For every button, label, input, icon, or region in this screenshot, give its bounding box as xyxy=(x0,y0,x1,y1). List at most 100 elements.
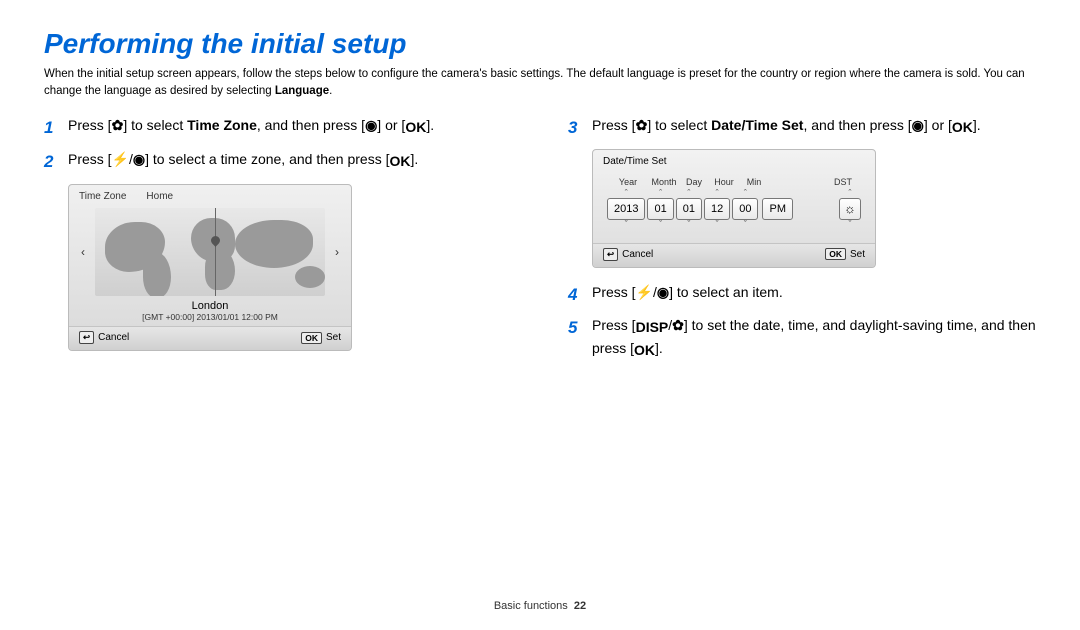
t: Cancel xyxy=(98,332,129,343)
chevron-down-icon: ˇ xyxy=(659,220,662,229)
dst-stepper[interactable]: ˆ☼ˇ xyxy=(839,189,861,229)
t: Press [ xyxy=(592,284,636,300)
tz-set-button[interactable]: OKSet xyxy=(301,331,341,344)
ok-icon: OK xyxy=(301,332,322,344)
t: ]. xyxy=(973,117,981,133)
chevron-up-icon: ˆ xyxy=(659,189,662,198)
world-map xyxy=(95,208,325,296)
lbl-dst: DST xyxy=(825,177,861,187)
step-3: 3 Press [✿] to select Date/Time Set, and… xyxy=(568,115,1036,141)
t: ]. xyxy=(426,117,434,133)
day-stepper[interactable]: ˆ01ˇ xyxy=(676,189,702,229)
step-1: 1 Press [✿] to select Time Zone, and the… xyxy=(44,115,512,141)
flash-icon: ⚡ xyxy=(636,282,653,303)
v: 00 xyxy=(732,198,758,220)
v: 2013 xyxy=(607,198,645,220)
ampm-value[interactable]: PM xyxy=(762,198,793,220)
t: ] or [ xyxy=(377,117,405,133)
chevron-up-icon: ˆ xyxy=(687,189,690,198)
t: ] or [ xyxy=(924,117,952,133)
intro-part1: When the initial setup screen appears, f… xyxy=(44,68,1025,97)
chevron-up-icon: ˆ xyxy=(849,189,852,198)
step-number: 4 xyxy=(568,282,582,308)
timer-icon: ◉ xyxy=(365,115,377,136)
chevron-down-icon: ˇ xyxy=(625,220,628,229)
lbl-day: Day xyxy=(679,177,709,187)
step-number: 5 xyxy=(568,315,582,361)
t: ] to select a time zone, and then press … xyxy=(145,151,389,167)
t: Press [ xyxy=(68,117,112,133)
macro-down-icon: ✿ xyxy=(672,315,684,336)
t: Set xyxy=(850,249,865,260)
v: 01 xyxy=(647,198,673,220)
ok-icon: OK xyxy=(389,151,410,172)
macro-down-icon: ✿ xyxy=(112,115,124,136)
chevron-down-icon: ˇ xyxy=(744,220,747,229)
step-2: 2 Press [⚡/◉] to select a time zone, and… xyxy=(44,149,512,175)
date-time-panel: Date/Time Set Year Month Day Hour Min DS… xyxy=(592,149,876,268)
timer-icon: ◉ xyxy=(657,282,669,303)
timer-icon: ◉ xyxy=(912,115,924,136)
intro-part2: . xyxy=(329,85,332,97)
min-stepper[interactable]: ˆ00ˇ xyxy=(732,189,758,229)
bold: Time Zone xyxy=(187,117,257,133)
v: 12 xyxy=(704,198,730,220)
t: ] to select an item. xyxy=(669,284,783,300)
t: Cancel xyxy=(622,249,653,260)
lbl-min: Min xyxy=(739,177,769,187)
step-4: 4 Press [⚡/◉] to select an item. xyxy=(568,282,1036,308)
lbl-year: Year xyxy=(607,177,649,187)
step-number: 1 xyxy=(44,115,58,141)
t: ]. xyxy=(410,151,418,167)
tz-tab-home: Home xyxy=(146,191,173,202)
tz-next-icon[interactable]: › xyxy=(331,241,343,263)
ok-icon: OK xyxy=(634,340,655,361)
intro-bold: Language xyxy=(275,85,329,97)
tz-gmt: [GMT +00:00] 2013/01/01 12:00 PM xyxy=(69,312,351,322)
chevron-down-icon: ˇ xyxy=(687,220,690,229)
month-stepper[interactable]: ˆ01ˇ xyxy=(647,189,673,229)
page-footer: Basic functions 22 xyxy=(0,600,1080,612)
step-number: 2 xyxy=(44,149,58,175)
tz-cancel-button[interactable]: ↩ Cancel xyxy=(79,331,129,344)
chevron-down-icon: ˇ xyxy=(849,220,852,229)
footer-page: 22 xyxy=(574,600,586,612)
chevron-up-icon: ˆ xyxy=(744,189,747,198)
step-number: 3 xyxy=(568,115,582,141)
tz-prev-icon[interactable]: ‹ xyxy=(77,241,89,263)
dt-title: Date/Time Set xyxy=(593,150,875,173)
t: , and then press [ xyxy=(803,117,911,133)
ok-icon: OK xyxy=(825,248,846,260)
year-stepper[interactable]: ˆ2013ˇ xyxy=(607,189,645,229)
t: Press [ xyxy=(68,151,112,167)
bold: Date/Time Set xyxy=(711,117,803,133)
intro-text: When the initial setup screen appears, f… xyxy=(44,66,1036,99)
macro-down-icon: ✿ xyxy=(636,115,648,136)
lbl-hour: Hour xyxy=(709,177,739,187)
tz-title: Time Zone xyxy=(79,191,126,202)
lbl-month: Month xyxy=(649,177,679,187)
footer-section: Basic functions xyxy=(494,600,568,612)
dst-off-icon: ☼ xyxy=(839,198,861,220)
chevron-up-icon: ˆ xyxy=(625,189,628,198)
t: ] to select xyxy=(647,117,711,133)
t: ]. xyxy=(655,340,663,356)
back-icon: ↩ xyxy=(79,331,94,344)
t: ] to select xyxy=(123,117,187,133)
t: Press [ xyxy=(592,317,636,333)
ok-icon: OK xyxy=(405,117,426,138)
chevron-up-icon: ˆ xyxy=(716,189,719,198)
dt-cancel-button[interactable]: ↩ Cancel xyxy=(603,248,653,261)
back-icon: ↩ xyxy=(603,248,618,261)
t: Press [ xyxy=(592,117,636,133)
hour-stepper[interactable]: ˆ12ˇ xyxy=(704,189,730,229)
flash-icon: ⚡ xyxy=(112,149,129,170)
dt-set-button[interactable]: OK Set xyxy=(825,248,865,261)
timer-icon: ◉ xyxy=(133,149,145,170)
time-zone-panel: Time Zone Home ‹ › London [GMT +00:00] 2… xyxy=(68,184,352,351)
step-5: 5 Press [DISP/✿] to set the date, time, … xyxy=(568,315,1036,361)
ok-icon: OK xyxy=(952,117,973,138)
page-title: Performing the initial setup xyxy=(44,28,1036,60)
v: 01 xyxy=(676,198,702,220)
tz-city: London xyxy=(69,300,351,312)
